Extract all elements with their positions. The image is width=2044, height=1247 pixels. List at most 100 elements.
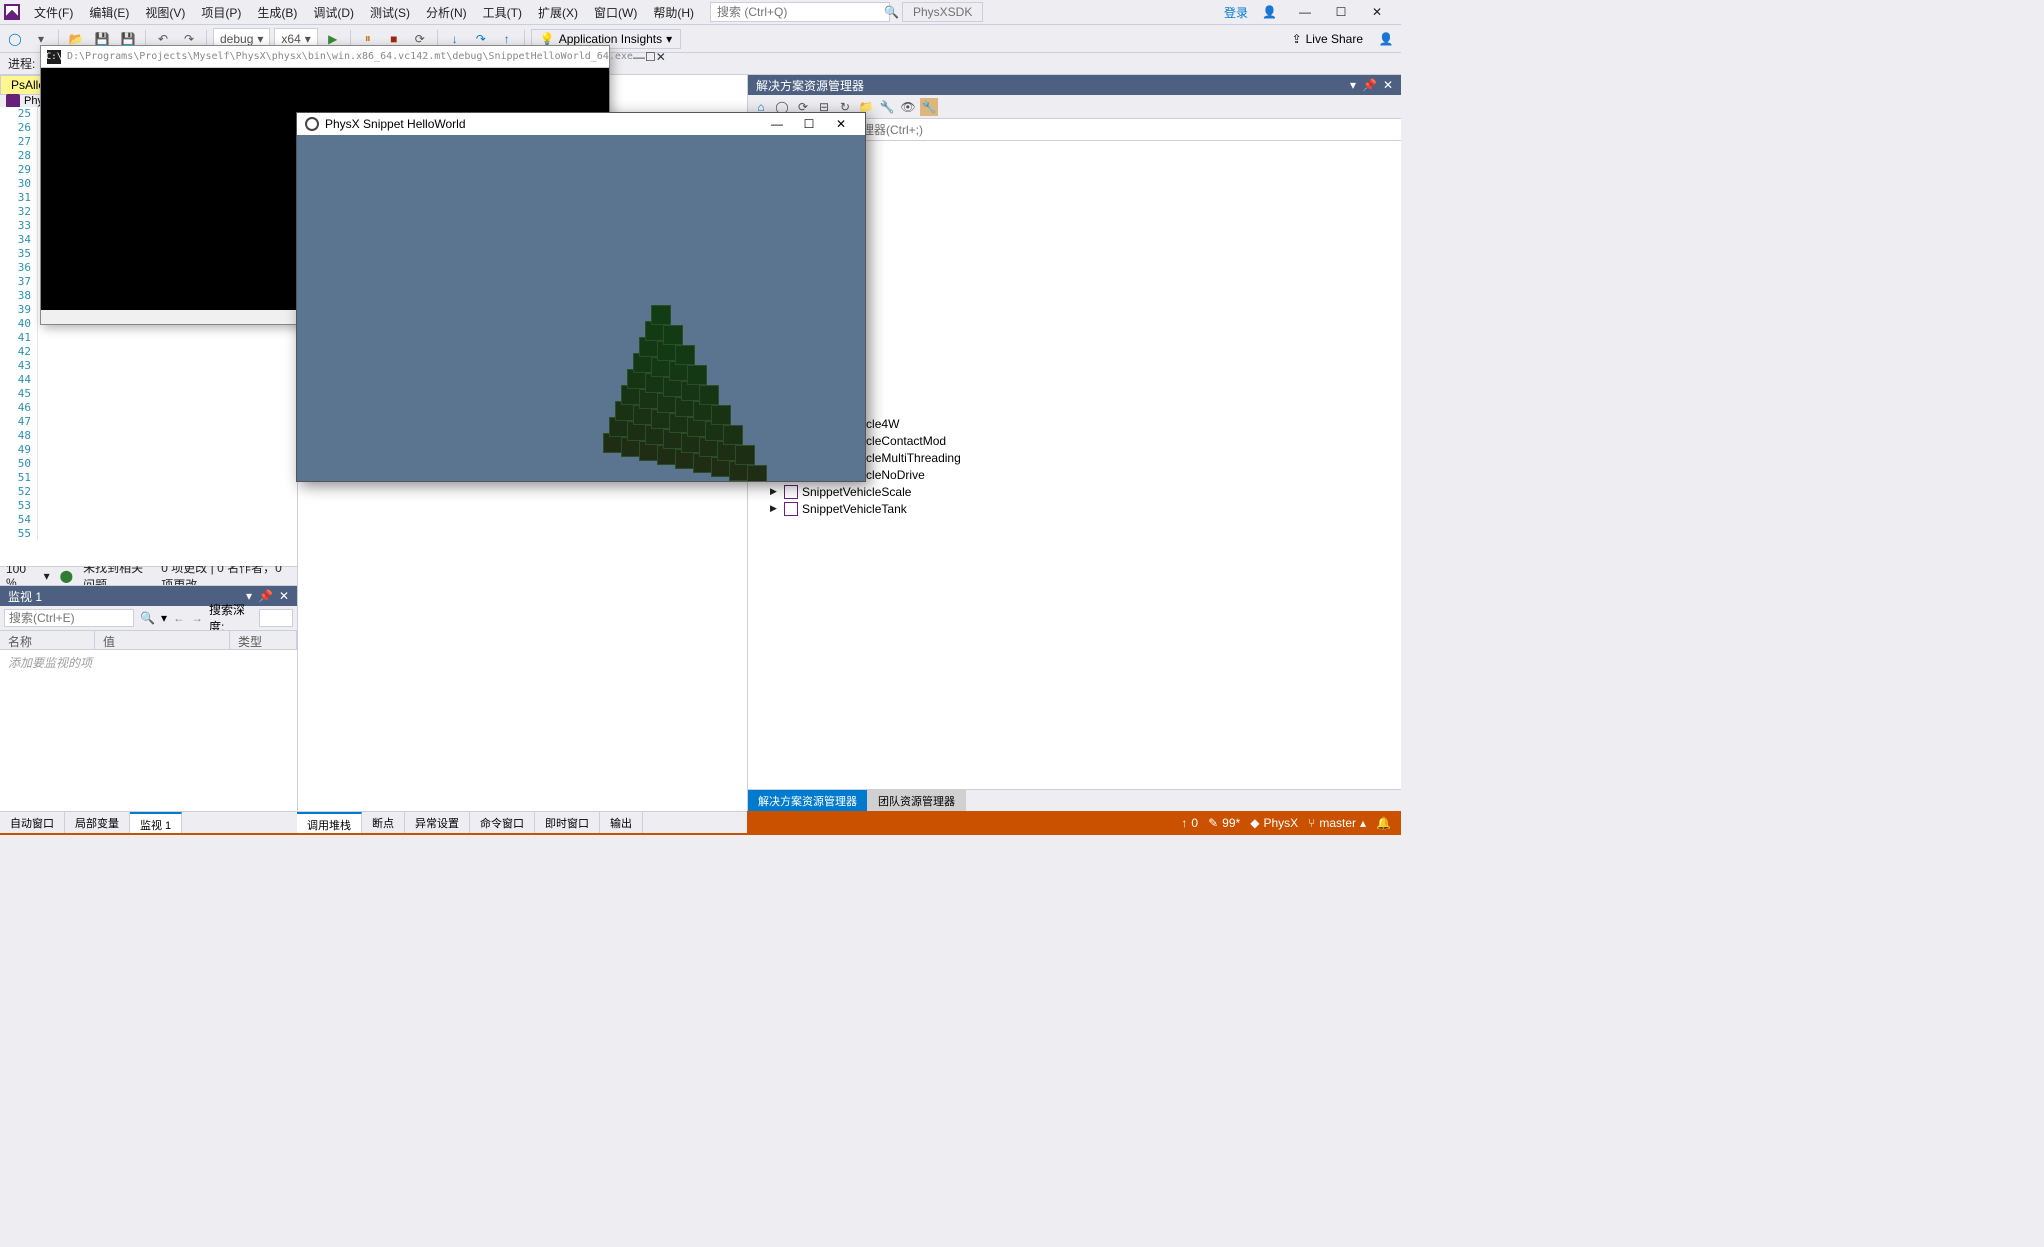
nav-prev-icon[interactable]: ← <box>173 611 185 625</box>
panel-pin-icon[interactable]: 📌 <box>1362 78 1377 92</box>
gl-viewport[interactable] <box>297 135 865 481</box>
lightbulb-icon: 💡 <box>540 32 555 46</box>
tab-immediate[interactable]: 即时窗口 <box>535 812 600 833</box>
menu-view[interactable]: 视图(V) <box>137 1 193 24</box>
solution-explorer-title[interactable]: 解决方案资源管理器 ▾ 📌 ✕ <box>748 75 1401 95</box>
solution-name-label: PhysXSDK <box>902 2 983 22</box>
chevron-up-icon: ▴ <box>1360 816 1366 830</box>
properties-icon[interactable]: 🔧 <box>878 98 896 116</box>
panel-dropdown-icon[interactable]: ▾ <box>1350 78 1356 92</box>
share-icon: ⇪ <box>1292 32 1302 46</box>
status-edits[interactable]: ✎ 99* <box>1208 816 1240 830</box>
physx-render-window[interactable]: PhysX Snippet HelloWorld — ☐ ✕ <box>296 112 866 482</box>
nav-next-icon[interactable]: → <box>191 611 203 625</box>
branch-icon: ⑂ <box>1308 816 1315 830</box>
menu-project[interactable]: 项目(P) <box>193 1 249 24</box>
col-type[interactable]: 类型 <box>230 631 297 649</box>
main-menu-bar: 文件(F) 编辑(E) 视图(V) 项目(P) 生成(B) 调试(D) 测试(S… <box>0 0 1401 25</box>
search-dropdown-icon[interactable]: ▾ <box>161 611 167 625</box>
console-path: D:\Programs\Projects\Myself\PhysX\physx\… <box>67 51 633 62</box>
chevron-down-icon: ▾ <box>257 32 263 46</box>
menu-file[interactable]: 文件(F) <box>26 1 81 24</box>
left-bottom-tabs: 自动窗口 局部变量 监视 1 <box>0 811 297 833</box>
panel-close-icon[interactable]: ✕ <box>1383 78 1393 92</box>
gl-title-text: PhysX Snippet HelloWorld <box>325 117 761 131</box>
status-project[interactable]: ◆ PhysX <box>1250 816 1298 830</box>
window-minimize-button[interactable]: — <box>1293 2 1317 22</box>
col-name[interactable]: 名称 <box>0 631 95 649</box>
gl-app-icon <box>305 117 319 131</box>
window-close-button[interactable]: ✕ <box>1365 2 1389 22</box>
wrench-icon[interactable]: 🔧 <box>920 98 938 116</box>
gl-title-bar[interactable]: PhysX Snippet HelloWorld — ☐ ✕ <box>297 113 865 135</box>
panel-pin-icon[interactable]: 📌 <box>258 589 273 603</box>
console-maximize-button[interactable]: ☐ <box>645 47 656 67</box>
problems-ok-icon: ⬤ <box>60 569 73 583</box>
panel-close-icon[interactable]: ✕ <box>279 589 289 603</box>
quick-search-input[interactable] <box>711 5 878 19</box>
process-label: 进程: <box>8 55 35 72</box>
preview-icon[interactable]: 👁 <box>899 98 917 116</box>
vs-logo-icon <box>4 4 20 20</box>
menu-tools[interactable]: 工具(T) <box>475 1 530 24</box>
mid-bottom-tabs: 调用堆栈 断点 异常设置 命令窗口 即时窗口 输出 <box>297 811 747 833</box>
tab-callstack[interactable]: 调用堆栈 <box>297 812 362 833</box>
console-close-button[interactable]: ✕ <box>656 47 666 67</box>
gl-minimize-button[interactable]: — <box>761 114 793 134</box>
search-icon[interactable]: 🔍 <box>140 611 155 625</box>
tree-item[interactable]: ▶SnippetVehicleScale <box>748 483 1401 500</box>
console-minimize-button[interactable]: — <box>633 47 645 67</box>
user-icon[interactable]: 👤 <box>1262 5 1277 19</box>
tab-breakpoints[interactable]: 断点 <box>362 812 405 833</box>
solution-bottom-tabs: 解决方案资源管理器 团队资源管理器 <box>748 789 1401 811</box>
feedback-button[interactable]: 👤 <box>1375 28 1397 50</box>
repo-icon: ◆ <box>1250 816 1259 830</box>
watch-panel: 监视 1 ▾ 📌 ✕ 🔍 ▾ ← → 搜索深度: 名称 值 类型 <box>0 585 297 811</box>
tab-exceptions[interactable]: 异常设置 <box>405 812 470 833</box>
tab-solution-explorer[interactable]: 解决方案资源管理器 <box>748 790 868 811</box>
col-value[interactable]: 值 <box>95 631 230 649</box>
menu-extensions[interactable]: 扩展(X) <box>530 1 586 24</box>
menu-help[interactable]: 帮助(H) <box>645 1 702 24</box>
tab-autos[interactable]: 自动窗口 <box>0 812 65 833</box>
menu-edit[interactable]: 编辑(E) <box>81 1 137 24</box>
tab-watch1[interactable]: 监视 1 <box>130 812 182 833</box>
editor-status-row: 100 % ▾ ⬤ 未找到相关问题 0 项更改 | 0 名作者，0 项更改 <box>0 566 297 585</box>
nav-back-button[interactable]: ◯ <box>4 28 26 50</box>
status-notifications[interactable]: 🔔 <box>1376 816 1391 830</box>
console-title-bar[interactable]: C:\ D:\Programs\Projects\Myself\PhysX\ph… <box>41 46 609 68</box>
depth-input[interactable] <box>259 609 293 627</box>
live-share-button[interactable]: ⇪ Live Share <box>1284 30 1371 48</box>
status-branch[interactable]: ⑂ master ▴ <box>1308 816 1366 830</box>
tab-team-explorer[interactable]: 团队资源管理器 <box>868 790 966 811</box>
rendered-pyramid <box>553 273 773 481</box>
pencil-icon: ✎ <box>1208 816 1218 830</box>
line-number-gutter: 2526272829303132333435363738394041424344… <box>0 107 38 541</box>
watch-body[interactable]: 添加要监视的项 <box>0 650 297 811</box>
tab-locals[interactable]: 局部变量 <box>65 812 130 833</box>
gl-maximize-button[interactable]: ☐ <box>793 114 825 134</box>
status-upload[interactable]: ↑ 0 <box>1181 816 1198 830</box>
chevron-down-icon: ▾ <box>666 32 672 46</box>
tab-output[interactable]: 输出 <box>600 812 643 833</box>
chevron-down-icon: ▾ <box>305 32 311 46</box>
search-icon[interactable]: 🔍 <box>878 5 905 19</box>
sign-in-link[interactable]: 登录 <box>1218 2 1254 23</box>
window-maximize-button[interactable]: ☐ <box>1329 2 1353 22</box>
console-icon: C:\ <box>47 50 61 64</box>
menu-analyze[interactable]: 分析(N) <box>418 1 475 24</box>
tree-item[interactable]: ▶SnippetVehicleTank <box>748 500 1401 517</box>
zoom-dropdown-icon[interactable]: ▾ <box>44 569 50 583</box>
gl-close-button[interactable]: ✕ <box>825 114 857 134</box>
menu-test[interactable]: 测试(S) <box>362 1 418 24</box>
menu-build[interactable]: 生成(B) <box>249 1 305 24</box>
upload-icon: ↑ <box>1181 816 1187 830</box>
watch-column-headers: 名称 值 类型 <box>0 630 297 650</box>
tab-command[interactable]: 命令窗口 <box>470 812 535 833</box>
watch-search-row: 🔍 ▾ ← → 搜索深度: <box>0 606 297 630</box>
menu-window[interactable]: 窗口(W) <box>586 1 645 24</box>
menu-debug[interactable]: 调试(D) <box>305 1 362 24</box>
cpp-file-icon <box>6 94 20 108</box>
watch-search-input[interactable] <box>4 609 134 627</box>
quick-search-box[interactable]: 🔍 <box>710 2 890 22</box>
